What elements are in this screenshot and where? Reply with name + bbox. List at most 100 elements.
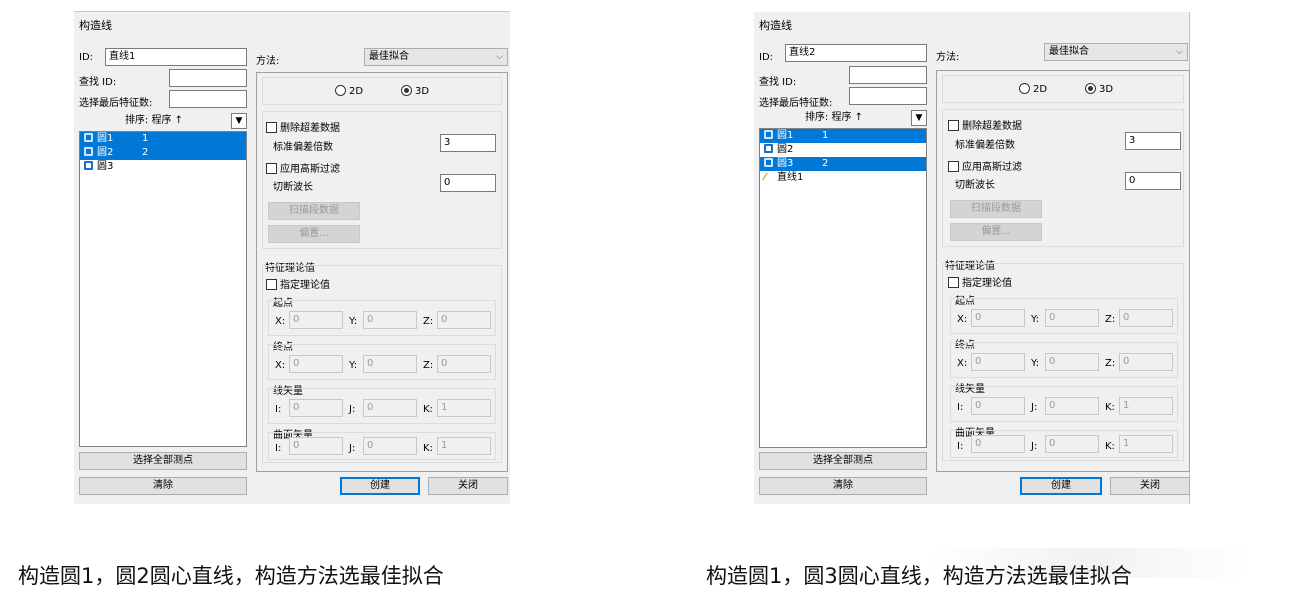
dimension-group: 2D 3D: [262, 77, 502, 105]
end-z-input[interactable]: 0: [1119, 353, 1173, 371]
line-vector-group: I: 0 J: 0 K: 1: [950, 386, 1178, 422]
vec-k-input[interactable]: 1: [1119, 397, 1173, 415]
select-last-input[interactable]: [849, 87, 927, 105]
method-select[interactable]: 最佳拟合 ⌵: [364, 48, 508, 66]
specify-theo-checkbox[interactable]: 指定理论值: [948, 274, 1012, 289]
sort-dropdown-icon[interactable]: ▼: [231, 113, 247, 129]
id-label: ID:: [759, 52, 774, 63]
vec-i-input[interactable]: 0: [971, 397, 1025, 415]
cutoff-label: 切断波长: [273, 182, 313, 193]
vec-j-input[interactable]: 0: [1045, 397, 1099, 415]
std-dev-input[interactable]: 3: [1125, 132, 1181, 150]
start-x-input[interactable]: 0: [289, 311, 343, 329]
list-item[interactable]: 圆3 2: [760, 157, 926, 171]
offset-button[interactable]: 偏置...: [268, 225, 360, 243]
end-x-input[interactable]: 0: [289, 355, 343, 373]
list-item[interactable]: 圆2 2: [80, 146, 246, 160]
delete-outliers-checkbox[interactable]: 删除超差数据: [266, 119, 340, 134]
surf-k-input[interactable]: 1: [1119, 435, 1173, 453]
cutoff-input[interactable]: 0: [1125, 172, 1181, 190]
y-label: Y:: [349, 360, 358, 371]
surf-j-input[interactable]: 0: [1045, 435, 1099, 453]
select-all-button[interactable]: 选择全部测点: [79, 452, 247, 470]
vec-j-input[interactable]: 0: [363, 399, 417, 417]
vec-k-input[interactable]: 1: [437, 399, 491, 417]
list-item[interactable]: 圆1 1: [760, 129, 926, 143]
method-select[interactable]: 最佳拟合 ⌵: [1044, 43, 1188, 61]
list-item[interactable]: 圆3: [80, 160, 246, 174]
sort-header[interactable]: 排序: 程序 ↑: [79, 113, 229, 129]
y-label: Y:: [1031, 314, 1040, 325]
scan-segment-button[interactable]: 扫描段数据: [950, 200, 1042, 218]
id-label: ID:: [79, 52, 94, 63]
std-dev-label: 标准偏差倍数: [273, 142, 333, 153]
feature-list[interactable]: 圆1 1 圆2 圆3 2 ⁄ 直线1: [759, 128, 927, 448]
surf-i-input[interactable]: 0: [289, 437, 343, 455]
radio-2d[interactable]: 2D: [1019, 83, 1047, 95]
k-label: K:: [423, 404, 433, 415]
vec-i-input[interactable]: 0: [289, 399, 343, 417]
find-id-label: 查找 ID:: [759, 77, 797, 88]
circle-icon: [84, 133, 93, 142]
list-item[interactable]: 圆1 1: [80, 132, 246, 146]
dialog-title: 构造线: [79, 19, 112, 32]
j-label: J:: [1031, 402, 1038, 413]
create-button[interactable]: 创建: [340, 477, 420, 495]
end-z-input[interactable]: 0: [437, 355, 491, 373]
dimension-group: 2D 3D: [942, 75, 1184, 103]
construct-line-dialog-2: 构造线 ID: 直线2 查找 ID: 选择最后特征数: 排序: 程序 ↑ ▼ 圆…: [754, 12, 1190, 504]
i-label: I:: [275, 404, 282, 415]
radio-3d[interactable]: 3D: [1085, 83, 1113, 95]
surf-k-input[interactable]: 1: [437, 437, 491, 455]
start-z-input[interactable]: 0: [1119, 309, 1173, 327]
sort-dropdown-icon[interactable]: ▼: [911, 110, 927, 126]
list-item[interactable]: ⁄ 直线1: [760, 171, 926, 185]
surf-j-input[interactable]: 0: [363, 437, 417, 455]
find-id-input[interactable]: [169, 69, 247, 87]
start-x-input[interactable]: 0: [971, 309, 1025, 327]
close-button[interactable]: 关闭: [1110, 477, 1190, 495]
radio-2d[interactable]: 2D: [335, 85, 363, 97]
surface-vector-group: I: 0 J: 0 K: 1: [950, 430, 1178, 458]
select-last-input[interactable]: [169, 90, 247, 108]
find-id-input[interactable]: [849, 66, 927, 84]
clear-button[interactable]: 清除: [79, 477, 247, 495]
surface-vector-group: I: 0 J: 0 K: 1: [268, 432, 496, 460]
checkbox-icon: [948, 120, 959, 131]
gauss-filter-checkbox[interactable]: 应用高斯过滤: [948, 158, 1022, 173]
select-all-button[interactable]: 选择全部测点: [759, 452, 927, 470]
start-y-input[interactable]: 0: [1045, 309, 1099, 327]
offset-button[interactable]: 偏置...: [950, 223, 1042, 241]
close-button[interactable]: 关闭: [428, 477, 508, 495]
end-x-input[interactable]: 0: [971, 353, 1025, 371]
clear-button[interactable]: 清除: [759, 477, 927, 495]
chevron-down-icon: ⌵: [496, 52, 503, 62]
list-item[interactable]: 圆2: [760, 143, 926, 157]
std-dev-input[interactable]: 3: [440, 134, 496, 152]
specify-theo-checkbox[interactable]: 指定理论值: [266, 276, 330, 291]
id-input[interactable]: 直线1: [105, 48, 247, 66]
sort-header[interactable]: 排序: 程序 ↑: [759, 110, 909, 126]
options-panel: 2D 3D 删除超差数据 标准偏差倍数 3 应用高斯过滤 切断波长 0 扫描段数…: [936, 70, 1190, 472]
radio-icon: [1019, 83, 1030, 94]
checkbox-icon: [266, 122, 277, 133]
delete-outliers-checkbox[interactable]: 删除超差数据: [948, 117, 1022, 132]
cutoff-input[interactable]: 0: [440, 174, 496, 192]
x-label: X:: [957, 314, 968, 325]
gauss-filter-checkbox[interactable]: 应用高斯过滤: [266, 160, 340, 175]
z-label: Z:: [1105, 358, 1116, 369]
surf-i-input[interactable]: 0: [971, 435, 1025, 453]
start-y-input[interactable]: 0: [363, 311, 417, 329]
feature-list[interactable]: 圆1 1 圆2 2 圆3: [79, 131, 247, 447]
z-label: Z:: [423, 316, 434, 327]
start-z-input[interactable]: 0: [437, 311, 491, 329]
select-last-label: 选择最后特征数:: [79, 98, 153, 109]
radio-3d[interactable]: 3D: [401, 85, 429, 97]
end-point-group: X: 0 Y: 0 Z: 0: [950, 342, 1178, 378]
id-input[interactable]: 直线2: [785, 44, 927, 62]
end-y-input[interactable]: 0: [1045, 353, 1099, 371]
create-button[interactable]: 创建: [1020, 477, 1102, 495]
caption-left: 构造圆1，圆2圆心直线，构造方法选最佳拟合: [18, 564, 444, 588]
scan-segment-button[interactable]: 扫描段数据: [268, 202, 360, 220]
end-y-input[interactable]: 0: [363, 355, 417, 373]
